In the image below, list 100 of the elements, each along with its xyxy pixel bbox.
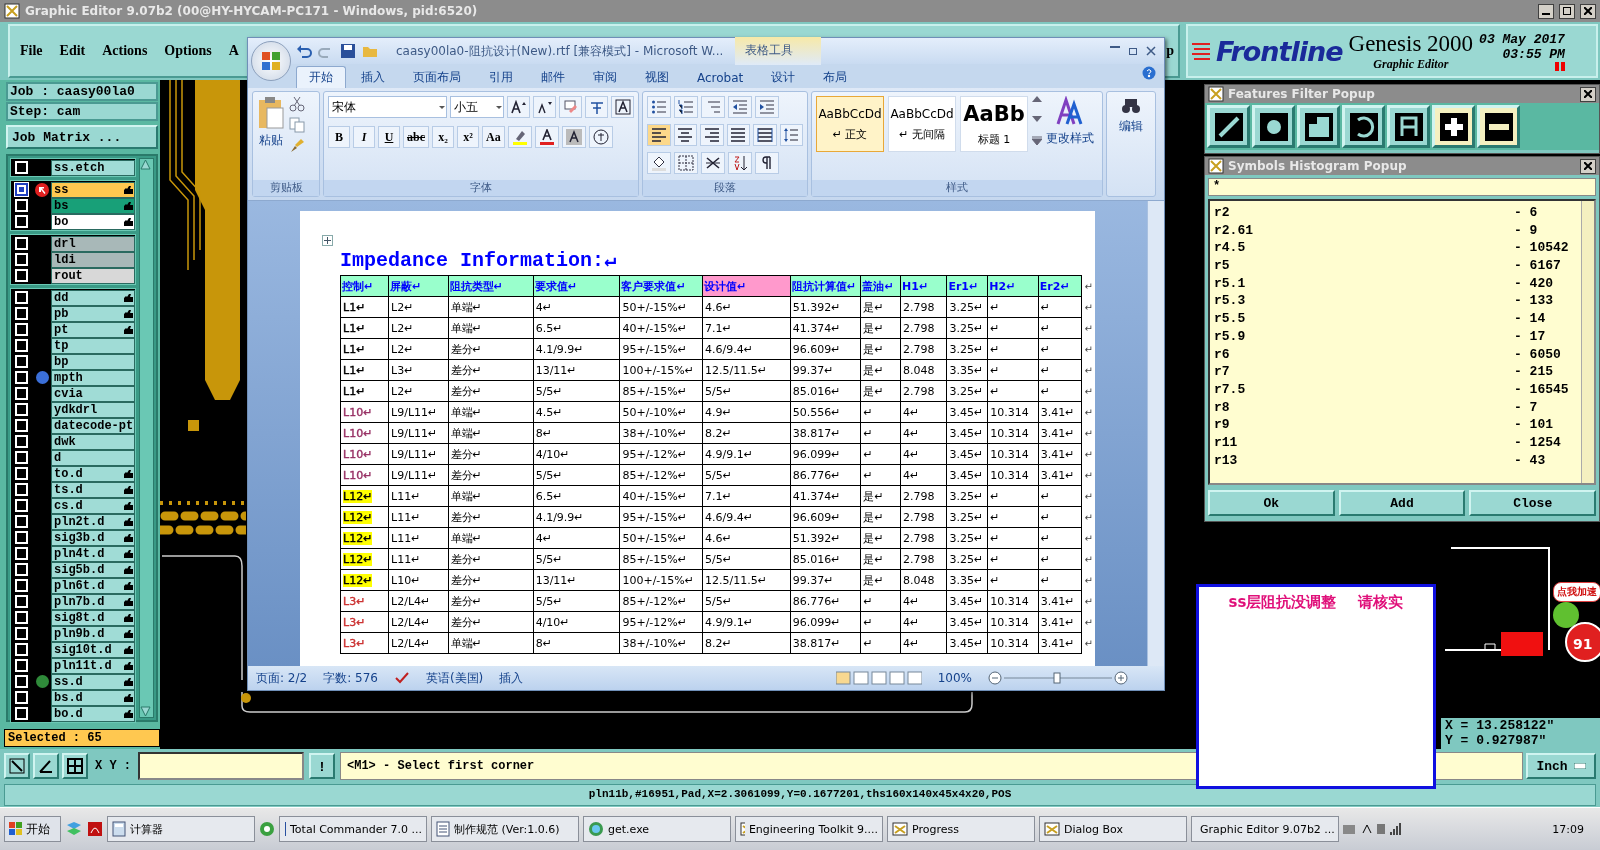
filter-button[interactable]	[1387, 105, 1430, 148]
job-matrix-button[interactable]: Job Matrix ...	[6, 125, 158, 149]
enclose-button[interactable]	[588, 126, 613, 148]
filter-button[interactable]	[1432, 105, 1475, 148]
distribute-button[interactable]	[753, 124, 777, 146]
taskbar-item[interactable]: Dialog Box	[1039, 816, 1187, 842]
paste-button[interactable]: 粘贴	[257, 96, 285, 176]
filter-button[interactable]	[1252, 105, 1295, 148]
fill-button[interactable]	[647, 152, 671, 174]
font-name-field[interactable]: 宋体	[328, 96, 448, 118]
menu-item[interactable]: Edit	[59, 43, 86, 59]
filter-button[interactable]	[1207, 105, 1250, 148]
justify-button[interactable]	[726, 124, 750, 146]
taskbar-item[interactable]: 制作规范 (Ver:1.0.6)	[431, 816, 579, 842]
style-card[interactable]: AaBb 标题 1	[960, 96, 1028, 152]
office-button[interactable]	[251, 41, 291, 81]
ribbon-tab[interactable]: 插入	[348, 66, 398, 88]
grow-font-button[interactable]	[507, 96, 531, 118]
ribbon-tab[interactable]: 引用	[476, 66, 526, 88]
ribbon-tab[interactable]: 邮件	[528, 66, 578, 88]
close-button[interactable]	[1580, 86, 1596, 102]
filter-button[interactable]	[1477, 105, 1520, 148]
layer-name[interactable]: drl	[51, 235, 135, 252]
align-right-button[interactable]	[700, 124, 724, 146]
dialog-button[interactable]: Add	[1338, 490, 1466, 516]
shading-button[interactable]	[561, 126, 586, 148]
taskbar-item[interactable]: Graphic Editor 9.07b2 ...	[1191, 816, 1339, 842]
format-button[interactable]: x₂	[432, 126, 454, 148]
shrink-font-button[interactable]	[533, 96, 557, 118]
format-button[interactable]: I	[353, 126, 375, 148]
menu-item[interactable]: A	[228, 43, 239, 59]
menu-item[interactable]: File	[20, 43, 43, 59]
format-button[interactable]: x²	[457, 126, 479, 148]
style-card[interactable]: AaBbCcDd ↵ 无间隔	[888, 96, 956, 152]
table-cell: 96.609↵	[790, 506, 861, 528]
filter-button[interactable]	[1342, 105, 1385, 148]
phonetic-button[interactable]	[585, 96, 609, 118]
menu-item[interactable]: p	[1166, 43, 1174, 59]
start-button[interactable]: 开始	[4, 816, 61, 842]
style-card[interactable]: AaBbCcDd ↵ 正文	[816, 96, 884, 152]
ribbon-tab[interactable]: 审阅	[580, 66, 630, 88]
line-spacing-button[interactable]	[779, 124, 803, 146]
layer-name[interactable]: dd	[51, 289, 135, 306]
ribbon-tab[interactable]: 布局	[810, 66, 861, 88]
font-size-field[interactable]: 小五	[450, 96, 505, 118]
layer-scrollbar[interactable]	[139, 158, 154, 718]
align-left-button[interactable]	[647, 124, 671, 146]
ribbon-tab[interactable]: 设计	[758, 66, 809, 88]
taskbar-item[interactable]: get.exe	[583, 816, 731, 842]
format-button[interactable]: B	[328, 126, 350, 148]
taskbar-item[interactable]: Total Commander 7.0 ...	[279, 816, 427, 842]
decrease-indent-button[interactable]	[728, 96, 752, 118]
change-styles-button[interactable]: 更改样式	[1046, 96, 1094, 147]
format-button[interactable]: Aa	[482, 126, 505, 148]
menu-item[interactable]: Options	[164, 43, 212, 59]
increase-indent-button[interactable]	[755, 96, 779, 118]
editing-button[interactable]: 编辑	[1119, 96, 1143, 192]
taskbar-item[interactable]: 计算器	[107, 816, 255, 842]
multilevel-button[interactable]	[701, 96, 725, 118]
close-button[interactable]	[1580, 158, 1596, 174]
units-button[interactable]: Inch	[1526, 753, 1596, 779]
taskbar-item[interactable]: Engineering Toolkit 9....	[735, 816, 883, 842]
measure-button[interactable]	[33, 753, 59, 779]
chinese-layout-button[interactable]	[701, 152, 725, 174]
dialog-button[interactable]: Ok	[1208, 490, 1335, 516]
filter-button[interactable]	[1297, 105, 1340, 148]
zoom-level: 100%	[937, 671, 972, 685]
maximize-button[interactable]	[1559, 3, 1575, 19]
font-color-button[interactable]	[534, 126, 559, 148]
show-marks-button[interactable]	[755, 152, 779, 174]
borders-button[interactable]	[674, 152, 698, 174]
symbol-filter-field[interactable]: *	[1208, 178, 1596, 196]
speed-up-bubble[interactable]: 点我加速	[1553, 582, 1600, 602]
dialog-button[interactable]: Close	[1469, 490, 1596, 516]
table-cell: 4.1/9.9↵	[533, 338, 620, 360]
bullets-button[interactable]	[647, 96, 671, 118]
histogram-scrollbar[interactable]	[1581, 201, 1594, 483]
format-button[interactable]: U	[378, 126, 400, 148]
ribbon-tab[interactable]: Acrobat	[684, 66, 757, 88]
format-button[interactable]: abc	[403, 126, 429, 148]
alert-button[interactable]: !	[309, 753, 335, 779]
taskbar-item[interactable]: Progress	[887, 816, 1035, 842]
grid-button[interactable]	[62, 753, 88, 779]
numbering-button[interactable]	[674, 96, 698, 118]
layer-checkbox[interactable]	[15, 183, 28, 196]
ribbon-tab[interactable]: 视图	[632, 66, 682, 88]
border-text-button[interactable]	[611, 96, 634, 118]
layer-name[interactable]: ss.etch	[51, 159, 135, 176]
ribbon-tab[interactable]: 页面布局	[400, 66, 474, 88]
sort-button[interactable]	[728, 152, 752, 174]
ribbon-tab[interactable]: 开始	[296, 66, 346, 88]
xy-input-field[interactable]	[138, 752, 304, 780]
menu-item[interactable]: Actions	[102, 43, 148, 59]
minimize-button[interactable]	[1538, 3, 1554, 19]
layer-name[interactable]: ss	[51, 181, 135, 198]
align-center-button[interactable]	[673, 124, 697, 146]
zoom-window-button[interactable]	[4, 753, 30, 779]
close-button[interactable]	[1580, 3, 1596, 19]
highlight-button[interactable]	[507, 126, 532, 148]
vertical-scrollbar[interactable]	[1147, 201, 1164, 666]
